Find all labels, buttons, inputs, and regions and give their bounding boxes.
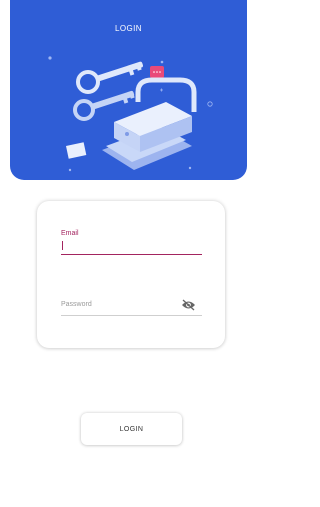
- email-field[interactable]: [61, 254, 202, 255]
- card-icon: [66, 142, 87, 159]
- key-icon: [76, 61, 143, 94]
- login-button[interactable]: LOGIN: [81, 413, 182, 445]
- email-label: Email: [61, 230, 79, 237]
- login-form-card: Email Password: [37, 201, 225, 348]
- password-field[interactable]: Password: [61, 301, 92, 308]
- key-icon: [73, 90, 135, 121]
- eye-off-icon[interactable]: [181, 299, 196, 311]
- text-cursor: [62, 241, 63, 250]
- password-underline: [61, 315, 202, 316]
- header-banner: LOGIN: [10, 0, 247, 180]
- page-title: LOGIN: [115, 24, 142, 33]
